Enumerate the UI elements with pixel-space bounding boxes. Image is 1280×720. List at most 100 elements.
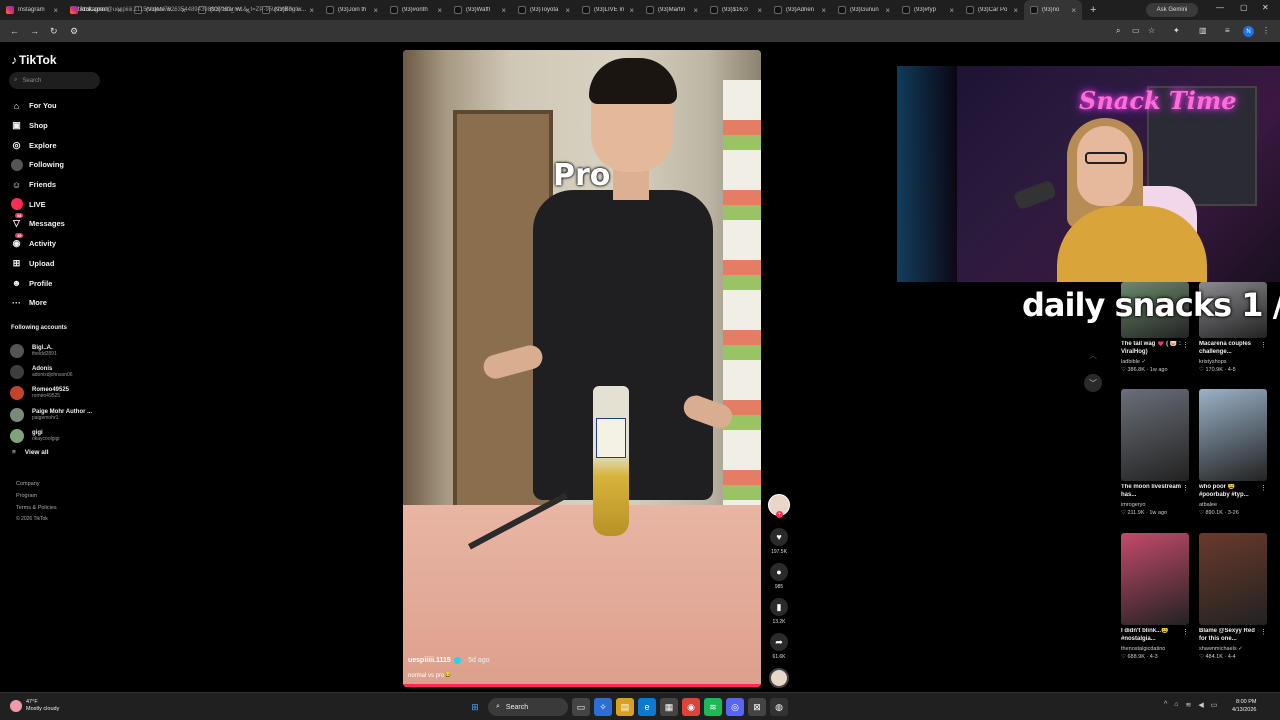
ask-gemini-button[interactable]: Ask Gemini [1146,3,1198,17]
video-progress-bar[interactable] [403,684,761,687]
cast-icon[interactable]: ▭ [1132,26,1140,35]
new-tab-button[interactable]: + [1090,4,1096,16]
browser-tab[interactable]: Instagram × [0,0,64,20]
back-icon[interactable]: ← [10,26,20,36]
related-video-title[interactable]: The tail wag 💗 ( 🐷 : ViralHog) [1121,341,1183,356]
browser-tab[interactable]: (93)#fyp × [896,0,960,20]
url-field[interactable]: tiktok.com/@uespiiiii.1115/video/7626354… [78,7,298,13]
browser-tab[interactable]: (93)Gunun × [832,0,896,20]
share-action[interactable]: ➦ 61.6K [768,633,790,660]
browser-tab[interactable]: (93)Martin × [640,0,704,20]
close-window-icon[interactable]: ✕ [1262,3,1269,12]
tab-close-icon[interactable]: × [501,6,506,15]
tab-close-icon[interactable]: × [565,6,570,15]
sidebar-icon[interactable]: ▥ [1199,26,1207,35]
related-video-title[interactable]: I didn't blink...😩 #nostalgia... [1121,628,1183,643]
copilot-icon[interactable]: ✧ [594,698,612,716]
reload-icon[interactable]: ↻ [50,26,60,37]
volume-icon[interactable]: ◀ [1198,701,1203,709]
related-video-title[interactable]: Macarena couples challenge... [1199,341,1261,356]
comment-action[interactable]: ● 985 [768,563,790,590]
video-thumbnail[interactable] [1121,533,1189,625]
chevron-down-icon[interactable]: ﹀ [1084,374,1102,392]
browser-tab[interactable]: (93)Waffl × [448,0,512,20]
tab-close-icon[interactable]: × [53,6,58,15]
profile-avatar[interactable]: N [1243,26,1254,37]
windows-start-icon[interactable]: ⊞ [466,698,484,716]
sidebar-item-following[interactable]: Following [10,155,65,175]
more-options-icon[interactable]: ⋮ [1182,341,1189,349]
footer-program-link[interactable]: Program [16,490,57,502]
taskbar-search[interactable]: ⌕ Search [488,698,568,716]
tray-chevron-icon[interactable]: ^ [1164,701,1167,709]
more-options-icon[interactable]: ⋮ [1260,484,1267,492]
following-account[interactable]: Paige Mohr Author ... paigemohr1 [10,404,92,425]
maximize-icon[interactable]: ▢ [1240,3,1248,12]
tab-close-icon[interactable]: × [885,6,890,15]
related-video-author[interactable]: ladbible ✓ [1121,359,1189,365]
tab-close-icon[interactable]: × [309,6,314,15]
sidebar-item-shop[interactable]: ▣ Shop [10,116,65,136]
spotify-icon[interactable]: ≋ [704,698,722,716]
related-video-title[interactable]: Blame @Sexyy Red for this one... [1199,628,1261,643]
video-player[interactable]: Pro uespiiiii.1115 · 5d ago normal vs pro… [403,50,761,687]
more-options-icon[interactable]: ⋮ [1182,628,1189,636]
tab-close-icon[interactable]: × [757,6,762,15]
related-video-card[interactable]: The moon livestream has... ⋮ imrogeryo ♡ 21… [1121,389,1189,516]
sidebar-item-profile[interactable]: ☻ Profile [10,273,65,293]
site-info-icon[interactable]: ⚙ [70,26,80,37]
tab-close-icon[interactable]: × [629,6,634,15]
related-video-author[interactable]: kristyshops [1199,359,1267,365]
sidebar-item-more[interactable]: ··· More [10,293,65,313]
video-author[interactable]: uespiiiii.1115 · 5d ago [408,657,490,664]
zoom-icon[interactable]: ⌕ [1116,26,1120,36]
more-options-icon[interactable]: ⋮ [1182,484,1189,492]
browser-tab[interactable]: (93)Join th × [320,0,384,20]
following-account[interactable]: Romeo49525 romeo49525 [10,383,92,404]
browser-tab[interactable]: (93)Toyota × [512,0,576,20]
follow-plus-icon[interactable]: + [776,511,783,518]
comment-icon[interactable]: ● [770,563,788,581]
browser-tab[interactable]: (93)LIVE In × [576,0,640,20]
minimize-icon[interactable]: — [1216,3,1224,12]
video-thumbnail[interactable] [1121,389,1189,481]
like-action[interactable]: ♥ 197.5K [768,528,790,555]
chrome-icon[interactable]: ◉ [682,698,700,716]
sound-disc-avatar[interactable] [769,668,789,688]
browser-tab[interactable]: (93)#onth × [384,0,448,20]
sidebar-item-upload[interactable]: ⊞ Upload [10,254,65,274]
video-username[interactable]: uespiiiii.1115 [408,657,451,664]
sidebar-item-friends[interactable]: ☺ Friends [10,175,65,195]
battery-icon[interactable]: ▭ [1211,701,1218,709]
edge-icon[interactable]: e [638,698,656,716]
taskbar-clock[interactable]: 8:00 PM 4/13/2026 [1232,698,1256,714]
sidebar-item-explore[interactable]: ◎ Explore [10,135,65,155]
tab-close-icon[interactable]: × [821,6,826,15]
browser-tab[interactable]: (93)$16,0 × [704,0,768,20]
tab-close-icon[interactable]: × [373,6,378,15]
network-icon[interactable]: ⌂ [1174,701,1178,709]
wifi-icon[interactable]: ≋ [1186,701,1192,709]
discord-icon[interactable]: ◎ [726,698,744,716]
footer-terms-link[interactable]: Terms & Policies [16,502,57,514]
save-action[interactable]: ▮ 13.2K [768,598,790,625]
related-video-title[interactable]: The moon livestream has... [1121,484,1183,499]
weather-widget[interactable]: 47°F Mostly cloudy [10,699,59,713]
share-icon[interactable]: ➦ [770,633,788,651]
view-all-link[interactable]: ≡ View all [12,449,49,456]
chevron-up-icon[interactable]: ︿ [1084,346,1102,364]
tab-search-icon[interactable]: ≡ [1225,26,1230,35]
tab-close-icon[interactable]: × [1071,6,1076,15]
more-options-icon[interactable]: ⋮ [1260,628,1267,636]
following-account[interactable]: Bigl..A. theldd2891 [10,340,92,361]
app-icon[interactable]: ⊠ [748,698,766,716]
more-options-icon[interactable]: ⋮ [1260,341,1267,349]
tiktok-logo[interactable]: ♪ TikTok [11,53,57,67]
forward-icon[interactable]: → [30,26,40,36]
related-video-author[interactable]: thenostalgicdatino [1121,646,1189,652]
task-view-icon[interactable]: ▭ [572,698,590,716]
related-video-author[interactable]: shawnmichaels ✓ [1199,646,1267,652]
related-video-card[interactable]: I didn't blink...😩 #nostalgia... ⋮ thenost… [1121,533,1189,660]
video-thumbnail[interactable] [1199,389,1267,481]
bookmark-star-icon[interactable]: ☆ [1148,26,1155,35]
